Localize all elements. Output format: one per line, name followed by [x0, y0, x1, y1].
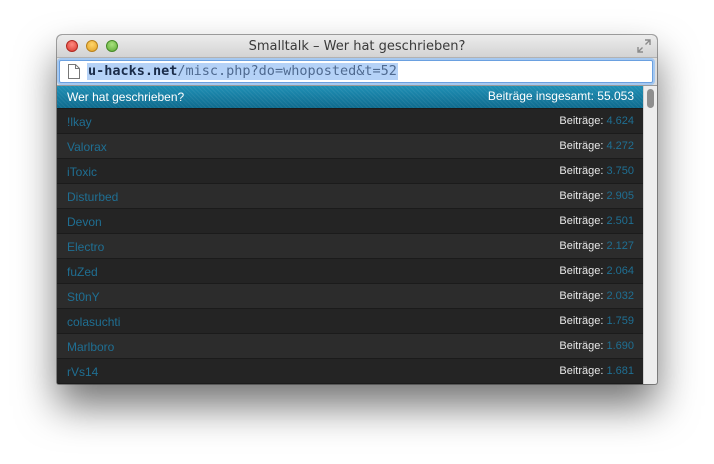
title-bar[interactable]: Smalltalk – Wer hat geschrieben?: [57, 35, 657, 58]
post-count-value: 2.905: [606, 190, 634, 202]
post-count-label: Beiträge:: [559, 140, 604, 152]
window-title: Smalltalk – Wer hat geschrieben?: [248, 39, 466, 54]
username-link[interactable]: iToxic: [67, 165, 97, 179]
url-path: /misc.php?do=whoposted&t=52: [177, 63, 397, 79]
vertical-scrollbar[interactable]: [643, 86, 657, 384]
username-link[interactable]: !lkay: [67, 115, 92, 129]
panel-header: Wer hat geschrieben? Beiträge insgesamt:…: [57, 86, 643, 108]
username-link[interactable]: fuZed: [67, 265, 98, 279]
username-link[interactable]: Valorax: [67, 140, 107, 154]
list-item: Valorax Beiträge: 4.272: [57, 133, 643, 158]
browser-window: Smalltalk – Wer hat geschrieben? u-hacks…: [57, 35, 657, 384]
post-count: Beiträge: 2.127: [559, 240, 634, 252]
post-count: Beiträge: 1.681: [559, 365, 634, 377]
list-item: rVs14 Beiträge: 1.681: [57, 358, 643, 383]
post-count: Beiträge: 4.624: [559, 115, 634, 127]
username-link[interactable]: Devon: [67, 215, 102, 229]
list-item: [57, 383, 643, 384]
post-count-label: Beiträge:: [559, 265, 604, 277]
username-link[interactable]: Disturbed: [67, 190, 118, 204]
post-count-label: Beiträge:: [559, 190, 604, 202]
post-count-value: 2.501: [606, 215, 634, 227]
list-item: colasuchti Beiträge: 1.759: [57, 308, 643, 333]
post-count-value: 3.750: [606, 165, 634, 177]
fullscreen-icon[interactable]: [637, 39, 651, 53]
post-count-label: Beiträge:: [559, 115, 604, 127]
poster-rows: !lkay Beiträge: 4.624 Valorax Beiträge: …: [57, 108, 643, 384]
post-count: Beiträge: 1.759: [559, 315, 634, 327]
post-count-label: Beiträge:: [559, 365, 604, 377]
post-count-value: 2.127: [606, 240, 634, 252]
post-count-value: 2.064: [606, 265, 634, 277]
list-item: Marlboro Beiträge: 1.690: [57, 333, 643, 358]
post-count-label: Beiträge:: [559, 290, 604, 302]
post-count: Beiträge: 4.272: [559, 140, 634, 152]
post-count-value: 1.759: [606, 315, 634, 327]
post-count-label: Beiträge:: [559, 240, 604, 252]
list-item: Electro Beiträge: 2.127: [57, 233, 643, 258]
url-field[interactable]: u-hacks.net/misc.php?do=whoposted&t=52: [59, 60, 653, 83]
list-item: !lkay Beiträge: 4.624: [57, 108, 643, 133]
post-count-value: 1.690: [606, 340, 634, 352]
scrollbar-thumb[interactable]: [647, 89, 654, 108]
post-count-value: 4.272: [606, 140, 634, 152]
username-link[interactable]: rVs14: [67, 365, 98, 379]
list-item: Disturbed Beiträge: 2.905: [57, 183, 643, 208]
list-item: Devon Beiträge: 2.501: [57, 208, 643, 233]
url-text[interactable]: u-hacks.net/misc.php?do=whoposted&t=52: [87, 63, 398, 80]
post-count-value: 2.032: [606, 290, 634, 302]
username-link[interactable]: Electro: [67, 240, 104, 254]
total-posts: Beiträge insgesamt: 55.053: [487, 89, 634, 103]
post-count: Beiträge: 2.905: [559, 190, 634, 202]
post-count-label: Beiträge:: [559, 215, 604, 227]
list-item: fuZed Beiträge: 2.064: [57, 258, 643, 283]
panel-heading: Wer hat geschrieben?: [67, 90, 185, 104]
page-icon: [68, 64, 80, 79]
username-link[interactable]: colasuchti: [67, 315, 120, 329]
post-count-label: Beiträge:: [559, 315, 604, 327]
poster-list-panel: Wer hat geschrieben? Beiträge insgesamt:…: [57, 86, 643, 384]
post-count: Beiträge: 1.690: [559, 340, 634, 352]
post-count-label: Beiträge:: [559, 165, 604, 177]
username-link[interactable]: Marlboro: [67, 340, 114, 354]
post-count: Beiträge: 2.064: [559, 265, 634, 277]
list-item: St0nY Beiträge: 2.032: [57, 283, 643, 308]
url-domain: u-hacks.net: [88, 63, 178, 79]
username-link[interactable]: St0nY: [67, 290, 100, 304]
post-count-value: 1.681: [606, 365, 634, 377]
post-count: Beiträge: 3.750: [559, 165, 634, 177]
post-count-value: 4.624: [606, 115, 634, 127]
list-item: iToxic Beiträge: 3.750: [57, 158, 643, 183]
post-count: Beiträge: 2.032: [559, 290, 634, 302]
post-count: Beiträge: 2.501: [559, 215, 634, 227]
address-bar: u-hacks.net/misc.php?do=whoposted&t=52: [57, 58, 657, 86]
post-count-label: Beiträge:: [559, 340, 604, 352]
